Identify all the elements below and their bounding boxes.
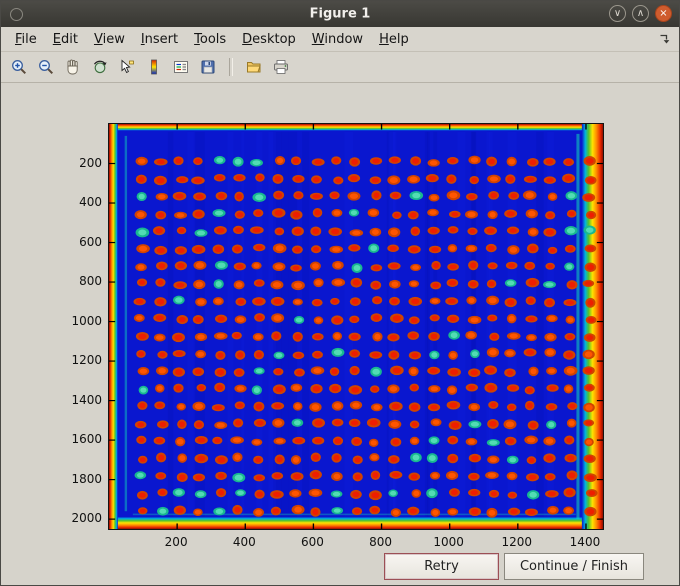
menu-tools[interactable]: Tools — [186, 29, 234, 50]
figure-canvas: Retry Continue / Finish 200 400 600 800 1000… — [1, 83, 679, 585]
dock-figure-icon[interactable] — [657, 32, 671, 46]
data-cursor-icon — [118, 58, 136, 76]
toolbar — [1, 52, 679, 83]
x-tick-label: 1400 — [569, 535, 601, 549]
menu-edit[interactable]: Edit — [45, 29, 86, 50]
insert-legend-button[interactable] — [169, 55, 193, 79]
save-figure-button[interactable] — [196, 55, 220, 79]
y-tick-label: 1600 — [71, 432, 102, 447]
y-tick-label: 200 — [79, 155, 102, 170]
zoom-out-icon — [37, 58, 55, 76]
menu-file[interactable]: File — [7, 29, 45, 50]
print-figure-icon — [272, 58, 290, 76]
open-folder-button[interactable] — [242, 55, 266, 79]
rotate-3d-icon — [91, 58, 109, 76]
x-tick-label: 200 — [164, 535, 188, 549]
pan-button[interactable] — [61, 55, 85, 79]
minimize-button[interactable]: ∨ — [609, 5, 626, 22]
x-tick-label: 800 — [369, 535, 392, 549]
print-figure-button[interactable] — [269, 55, 293, 79]
x-tick-label: 400 — [232, 535, 256, 549]
menu-view[interactable]: View — [86, 29, 133, 50]
zoom-in-button[interactable] — [7, 55, 31, 79]
retry-button[interactable]: Retry — [384, 553, 499, 580]
window-controls: ∨ ∧ × — [609, 5, 672, 22]
toolbar-separator — [229, 58, 233, 76]
figure-window: Figure 1 ∨ ∧ × File Edit View Insert Tools De… — [0, 0, 680, 586]
x-tick-label: 1000 — [433, 535, 464, 549]
open-folder-icon — [245, 58, 263, 76]
titlebar[interactable]: Figure 1 ∨ ∧ × — [1, 1, 679, 27]
insert-colorbar-button[interactable] — [142, 55, 166, 79]
y-tick-label: 1200 — [71, 353, 102, 368]
continue-finish-button[interactable]: Continue / Finish — [504, 553, 644, 580]
menu-window[interactable]: Window — [304, 29, 371, 50]
rotate-3d-button[interactable] — [88, 55, 112, 79]
y-tick-label: 1400 — [71, 392, 102, 407]
maximize-button[interactable]: ∧ — [632, 5, 649, 22]
save-figure-icon — [199, 58, 217, 76]
close-button[interactable]: × — [655, 5, 672, 22]
y-tick-label: 1800 — [71, 471, 102, 486]
x-tick-label: 1200 — [501, 535, 533, 549]
y-tick-label: 400 — [79, 195, 102, 210]
menubar: File Edit View Insert Tools Desktop Window Help — [1, 27, 679, 52]
zoom-out-button[interactable] — [34, 55, 58, 79]
x-tick-label: 600 — [300, 535, 324, 549]
data-cursor-button[interactable] — [115, 55, 139, 79]
menu-insert[interactable]: Insert — [133, 29, 186, 50]
y-tick-label: 2000 — [71, 511, 102, 526]
insert-legend-icon — [172, 58, 190, 76]
plot-area[interactable] — [108, 123, 604, 530]
y-tick-label: 1000 — [71, 313, 102, 328]
menu-desktop[interactable]: Desktop — [234, 29, 304, 50]
window-menu-icon[interactable] — [10, 7, 23, 21]
pan-icon — [64, 58, 82, 76]
insert-colorbar-icon — [145, 58, 163, 76]
zoom-in-icon — [10, 58, 28, 76]
y-tick-label: 600 — [79, 234, 102, 249]
window-title: Figure 1 — [309, 6, 371, 22]
y-tick-label: 800 — [79, 274, 102, 289]
heatmap-svg — [109, 124, 603, 529]
menu-help[interactable]: Help — [371, 29, 417, 50]
